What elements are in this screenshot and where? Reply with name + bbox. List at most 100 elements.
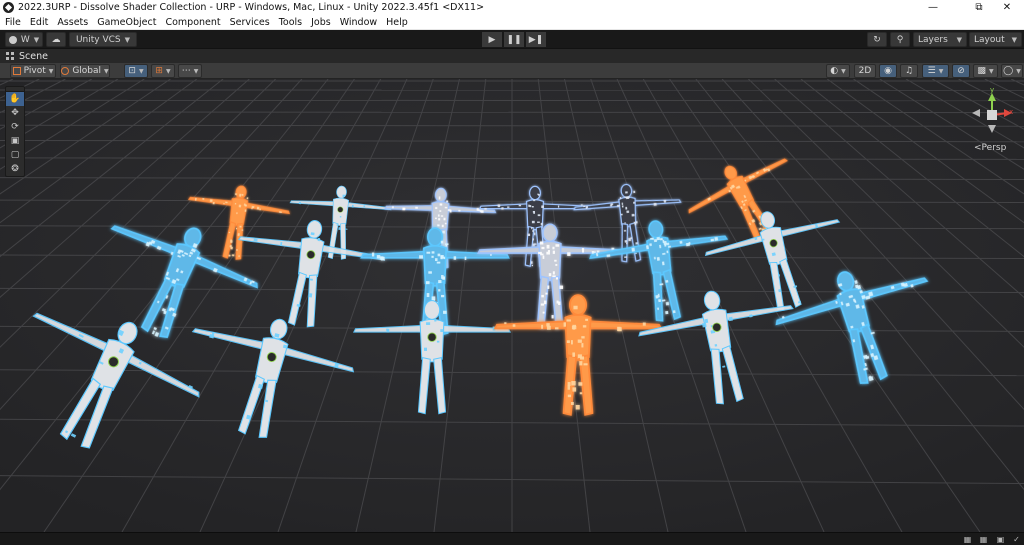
- dissolve-speck: [633, 221, 636, 224]
- scene-tab-bar: Scene: [0, 48, 1024, 63]
- menu-edit[interactable]: Edit: [30, 17, 48, 28]
- pivot-dropdown[interactable]: Pivot ▼: [10, 64, 56, 78]
- projection-toggle[interactable]: <Persp: [974, 143, 1006, 153]
- gizmos-dropdown[interactable]: ◯ ▼: [1001, 64, 1023, 78]
- shading-mode-icon: ◐: [830, 66, 839, 76]
- transform-tool-icon[interactable]: ❂: [6, 162, 24, 176]
- layers-dropdown[interactable]: Layers ▼: [913, 32, 967, 47]
- cloud-button[interactable]: ☁: [46, 32, 66, 47]
- dissolve-speck: [555, 264, 558, 266]
- main-toolbar: W ▼ ☁ Unity VCS ▼ ▶ ❚❚ ▶❚ ↻ ⚲ Layers ▼ L…: [0, 30, 1024, 48]
- menu-file[interactable]: File: [5, 17, 21, 28]
- collab-icon[interactable]: ▦: [978, 535, 989, 544]
- dissolve-speck: [571, 381, 576, 386]
- minimize-icon[interactable]: —: [916, 0, 950, 15]
- history-button[interactable]: ↻: [867, 32, 887, 47]
- dissolve-speck: [424, 347, 428, 351]
- menu-help[interactable]: Help: [386, 17, 408, 28]
- menu-component[interactable]: Component: [165, 17, 220, 28]
- dissolve-speck: [436, 340, 440, 343]
- menu-tools[interactable]: Tools: [279, 17, 302, 28]
- increment-snap-button[interactable]: ⊞ ▼: [151, 64, 175, 78]
- dissolve-speck: [439, 203, 443, 206]
- dissolve-speck: [436, 261, 441, 264]
- dissolve-speck: [547, 250, 550, 253]
- camera-dropdown[interactable]: ▩ ▼: [973, 64, 998, 78]
- chevron-down-icon: ▼: [104, 67, 109, 75]
- dissolve-speck: [484, 207, 487, 210]
- dissolve-speck: [555, 244, 560, 247]
- menu-services[interactable]: Services: [230, 17, 270, 28]
- dissolve-speck: [228, 231, 231, 234]
- dissolve-speck: [209, 199, 213, 203]
- chevron-down-icon: ▼: [956, 35, 962, 44]
- global-dropdown[interactable]: Global ▼: [60, 64, 110, 78]
- lighting-toggle[interactable]: ◉: [879, 64, 897, 78]
- progress-icon[interactable]: ▦: [962, 535, 973, 544]
- dissolve-speck: [581, 248, 585, 251]
- dissolve-speck: [434, 318, 437, 322]
- dissolve-speck: [728, 316, 733, 322]
- dissolve-speck: [570, 340, 573, 345]
- dissolve-speck: [656, 236, 661, 241]
- close-icon[interactable]: ✕: [990, 0, 1024, 15]
- dissolve-speck: [537, 221, 540, 223]
- dissolve-speck: [655, 295, 659, 299]
- dissolve-speck: [546, 325, 551, 330]
- account-button[interactable]: W ▼: [5, 32, 43, 47]
- dissolve-speck: [501, 207, 504, 210]
- chevron-down-icon: ▼: [1011, 35, 1017, 44]
- rect-tool-icon[interactable]: ▢: [6, 148, 24, 162]
- dissolve-speck: [572, 352, 575, 357]
- play-button[interactable]: ▶: [482, 32, 502, 47]
- grid-line: [0, 111, 1024, 114]
- dissolve-speck: [351, 204, 354, 208]
- dissolve-speck: [223, 202, 225, 205]
- rotate-tool-icon[interactable]: ⟳: [6, 120, 24, 134]
- debug-icon[interactable]: ▣: [995, 535, 1006, 544]
- menu-assets[interactable]: Assets: [57, 17, 88, 28]
- audio-toggle[interactable]: ♫: [900, 64, 918, 78]
- effects-dropdown[interactable]: ☰ ▼: [922, 64, 949, 78]
- notification-icon[interactable]: ✓: [1011, 535, 1022, 544]
- dissolve-speck: [566, 340, 570, 343]
- menu-window[interactable]: Window: [340, 17, 377, 28]
- dissolve-speck: [435, 258, 438, 262]
- search-button[interactable]: ⚲: [890, 32, 910, 47]
- menu-gameobject[interactable]: GameObject: [97, 17, 156, 28]
- tool-palette: ✋ ✥ ⟳ ▣ ▢ ❂: [5, 86, 25, 177]
- figure-head: [568, 294, 588, 316]
- dissolve-speck: [624, 240, 628, 243]
- grid-visibility-button[interactable]: ⋯ ▼: [178, 64, 202, 78]
- dissolve-speck: [653, 239, 658, 243]
- dissolve-speck: [657, 307, 660, 310]
- shading-mode-button[interactable]: ◐ ▼: [826, 64, 850, 78]
- figure-head: [423, 300, 441, 320]
- layout-dropdown[interactable]: Layout ▼: [969, 32, 1022, 47]
- scene-visibility-toggle[interactable]: ⊘: [952, 64, 970, 78]
- dissolve-speck: [714, 236, 719, 241]
- dissolve-speck: [572, 324, 577, 327]
- dissolve-speck: [479, 209, 482, 212]
- dissolve-speck: [443, 310, 447, 314]
- dissolve-speck: [336, 224, 339, 226]
- dissolve-speck: [296, 304, 301, 307]
- tab-scene[interactable]: Scene: [0, 51, 48, 62]
- vcs-button[interactable]: Unity VCS ▼: [69, 32, 137, 47]
- grid-snap-button[interactable]: ⊡ ▼: [124, 64, 148, 78]
- dissolve-speck: [546, 244, 550, 249]
- move-tool-icon[interactable]: ✥: [6, 106, 24, 120]
- scale-tool-icon[interactable]: ▣: [6, 134, 24, 148]
- pause-button[interactable]: ❚❚: [504, 32, 524, 47]
- mode-2d-button[interactable]: 2D: [854, 64, 876, 78]
- step-button[interactable]: ▶❚: [526, 32, 546, 47]
- light-bulb-icon: ◉: [884, 66, 892, 76]
- figure-head: [426, 227, 444, 247]
- hand-tool-icon[interactable]: ✋: [6, 92, 24, 106]
- dissolve-speck: [585, 318, 588, 321]
- dissolve-speck: [441, 224, 444, 228]
- dissolve-speck: [431, 255, 434, 258]
- scene-viewport[interactable]: y x: [0, 79, 1024, 532]
- menu-jobs[interactable]: Jobs: [311, 17, 331, 28]
- dissolve-speck: [426, 322, 431, 325]
